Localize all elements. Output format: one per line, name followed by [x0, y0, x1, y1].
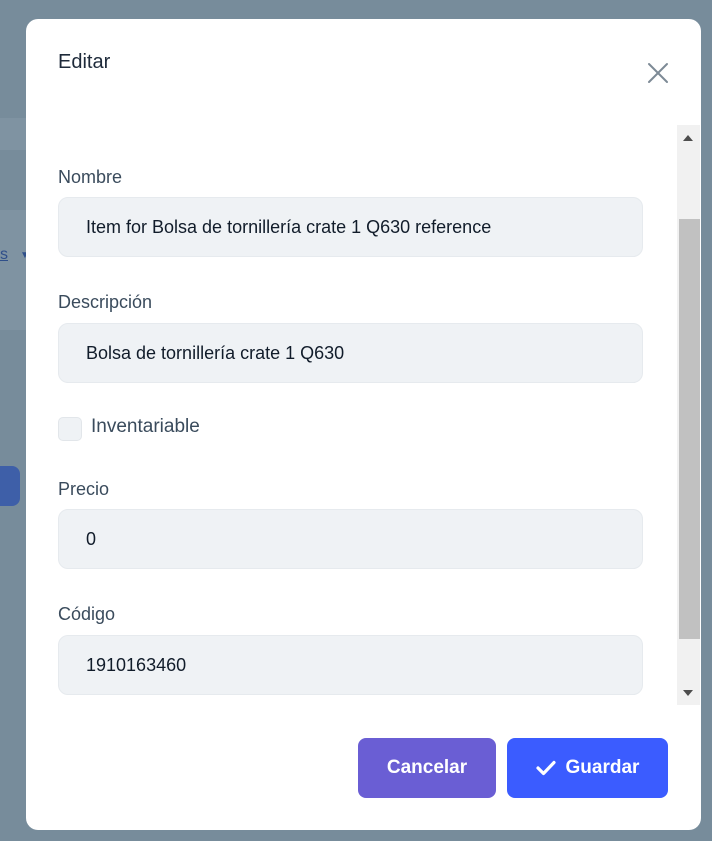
- edit-dialog: Editar Nombre Descripción Inventariable …: [26, 19, 701, 830]
- save-button[interactable]: Guardar: [507, 738, 668, 798]
- nombre-label: Nombre: [58, 167, 123, 187]
- nombre-input[interactable]: [58, 197, 643, 257]
- close-button[interactable]: [644, 59, 672, 87]
- cancel-button-label: Cancelar: [386, 757, 468, 778]
- descripcion-label: Descripción: [58, 292, 153, 312]
- background-link: s: [0, 246, 8, 263]
- inventariable-label: Inventariable: [91, 416, 200, 437]
- check-icon: [535, 760, 556, 776]
- codigo-input[interactable]: [58, 635, 643, 695]
- form-scroll-area[interactable]: Nombre Descripción Inventariable Precio …: [26, 125, 677, 705]
- inventariable-checkbox[interactable]: [58, 417, 82, 441]
- descripcion-input[interactable]: [58, 323, 643, 383]
- precio-input[interactable]: [58, 509, 643, 569]
- dialog-title: Editar: [58, 51, 111, 73]
- scrollbar[interactable]: [677, 125, 700, 705]
- save-button-label: Guardar: [565, 757, 640, 778]
- close-icon: [648, 63, 668, 83]
- scrollbar-thumb[interactable]: [679, 219, 700, 639]
- background-button: [0, 466, 20, 506]
- cancel-button[interactable]: Cancelar: [358, 738, 496, 798]
- scroll-down-arrow-icon[interactable]: [683, 690, 693, 696]
- precio-label: Precio: [58, 479, 110, 499]
- codigo-label: Código: [58, 604, 116, 624]
- scroll-up-arrow-icon[interactable]: [683, 135, 693, 141]
